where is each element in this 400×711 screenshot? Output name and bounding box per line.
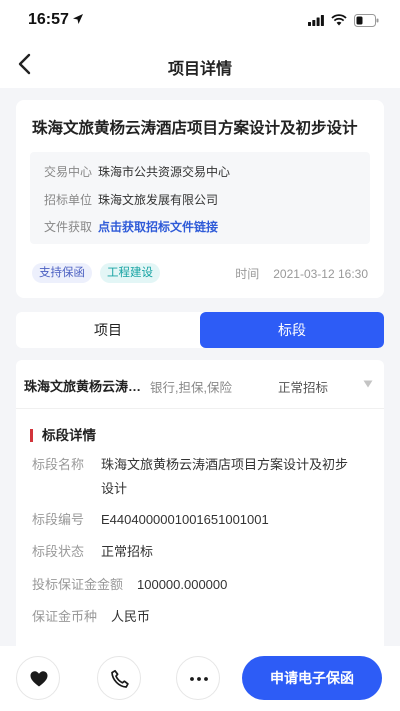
detail-label: 投标保证金金额 xyxy=(32,577,124,592)
detail-value: E4404000001001651001001 xyxy=(101,512,269,527)
detail-label: 标段名称 xyxy=(32,457,85,472)
page-title: 项目详情 xyxy=(167,61,232,78)
detail-value-continued: 设计 xyxy=(101,481,128,496)
cellular-signal-icon xyxy=(308,15,324,26)
tag-engineering: 工程建设 xyxy=(100,263,160,283)
section-guarantee-types: 银行,担保,保险 xyxy=(150,381,232,395)
detail-value: 100000.000000 xyxy=(137,577,228,592)
publish-time: 时间 2021-03-12 16:30 xyxy=(235,265,368,282)
info-row-file-access: 文件获取 点击获取招标文件链接 xyxy=(44,219,218,235)
info-row-bidder: 招标单位 珠海文旅发展有限公司 xyxy=(44,192,218,208)
more-button[interactable] xyxy=(176,656,220,700)
tab-project[interactable]: 项目 xyxy=(16,312,200,348)
time-label: 时间 xyxy=(235,267,260,281)
section-detail-card: 标段详情 标段名称 珠海文旅黄杨云涛酒店项目方案设计及初步 设计 标段编号 E4… xyxy=(16,408,384,648)
detail-label: 标段编号 xyxy=(32,512,85,527)
detail-value: 正常招标 xyxy=(101,544,154,559)
file-link[interactable]: 点击获取招标文件链接 xyxy=(98,220,218,234)
location-arrow-icon xyxy=(73,14,83,24)
time-value: 2021-03-12 16:30 xyxy=(273,267,368,281)
section-selector[interactable]: 珠海文旅黄杨云涛酒店项目方案设计及初步设计 银行,担保,保险 正常招标 xyxy=(16,360,384,408)
detail-value: 人民币 xyxy=(111,609,151,624)
info-label: 招标单位 xyxy=(44,193,93,207)
detail-label: 保证金币种 xyxy=(32,609,98,624)
phone-icon xyxy=(111,669,129,688)
dropdown-triangle-icon[interactable] xyxy=(363,380,373,388)
info-label: 文件获取 xyxy=(44,220,93,234)
project-info-box: 交易中心 珠海市公共资源交易中心 招标单位 珠海文旅发展有限公司 文件获取 点击获取招… xyxy=(30,152,370,244)
info-value: 珠海市公共资源交易中心 xyxy=(98,165,231,179)
favorite-button[interactable] xyxy=(16,656,60,700)
project-title: 珠海文旅黄杨云涛酒店项目方案设计及初步设计 xyxy=(32,120,358,137)
project-info-card: 珠海文旅黄杨云涛酒店项目方案设计及初步设计 交易中心 珠海市公共资源交易中心 招标… xyxy=(16,100,384,298)
section-status: 正常招标 xyxy=(278,381,329,395)
detail-value: 珠海文旅黄杨云涛酒店项目方案设计及初步 xyxy=(101,457,349,472)
info-row-trading-center: 交易中心 珠海市公共资源交易中心 xyxy=(44,164,230,180)
tag-guarantee-support: 支持保函 xyxy=(32,263,92,283)
heart-icon xyxy=(30,671,48,687)
bottom-action-bar: 申请电子保函 xyxy=(0,646,400,711)
section-name: 珠海文旅黄杨云涛酒店项目方案设计及初步设计 xyxy=(24,379,146,394)
tab-bar: 项目 标段 xyxy=(16,312,384,348)
status-time: 16:57 xyxy=(28,11,69,28)
battery-icon xyxy=(354,14,379,27)
status-bar: 16:57 xyxy=(0,0,400,40)
nav-bar: 项目详情 xyxy=(0,40,400,88)
detail-label: 标段状态 xyxy=(32,544,85,559)
more-dots-icon xyxy=(190,677,208,681)
info-label: 交易中心 xyxy=(44,165,93,179)
apply-e-guarantee-button[interactable]: 申请电子保函 xyxy=(242,656,382,700)
info-value: 珠海文旅发展有限公司 xyxy=(98,193,219,207)
call-button[interactable] xyxy=(97,656,141,700)
section-detail-heading: 标段详情 xyxy=(30,429,96,442)
tab-section[interactable]: 标段 xyxy=(200,312,384,348)
wifi-icon xyxy=(331,14,347,26)
